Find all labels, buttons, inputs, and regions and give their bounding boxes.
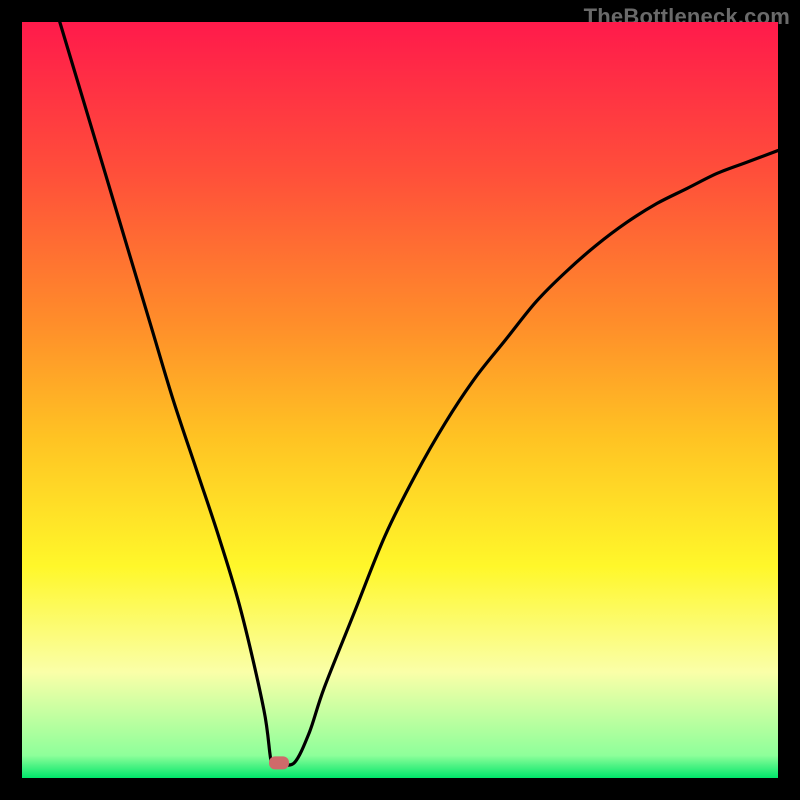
optimal-marker xyxy=(269,756,289,769)
chart-svg xyxy=(22,22,778,778)
chart-frame: TheBottleneck.com xyxy=(0,0,800,800)
chart-background xyxy=(22,22,778,778)
bottleneck-chart xyxy=(22,22,778,778)
